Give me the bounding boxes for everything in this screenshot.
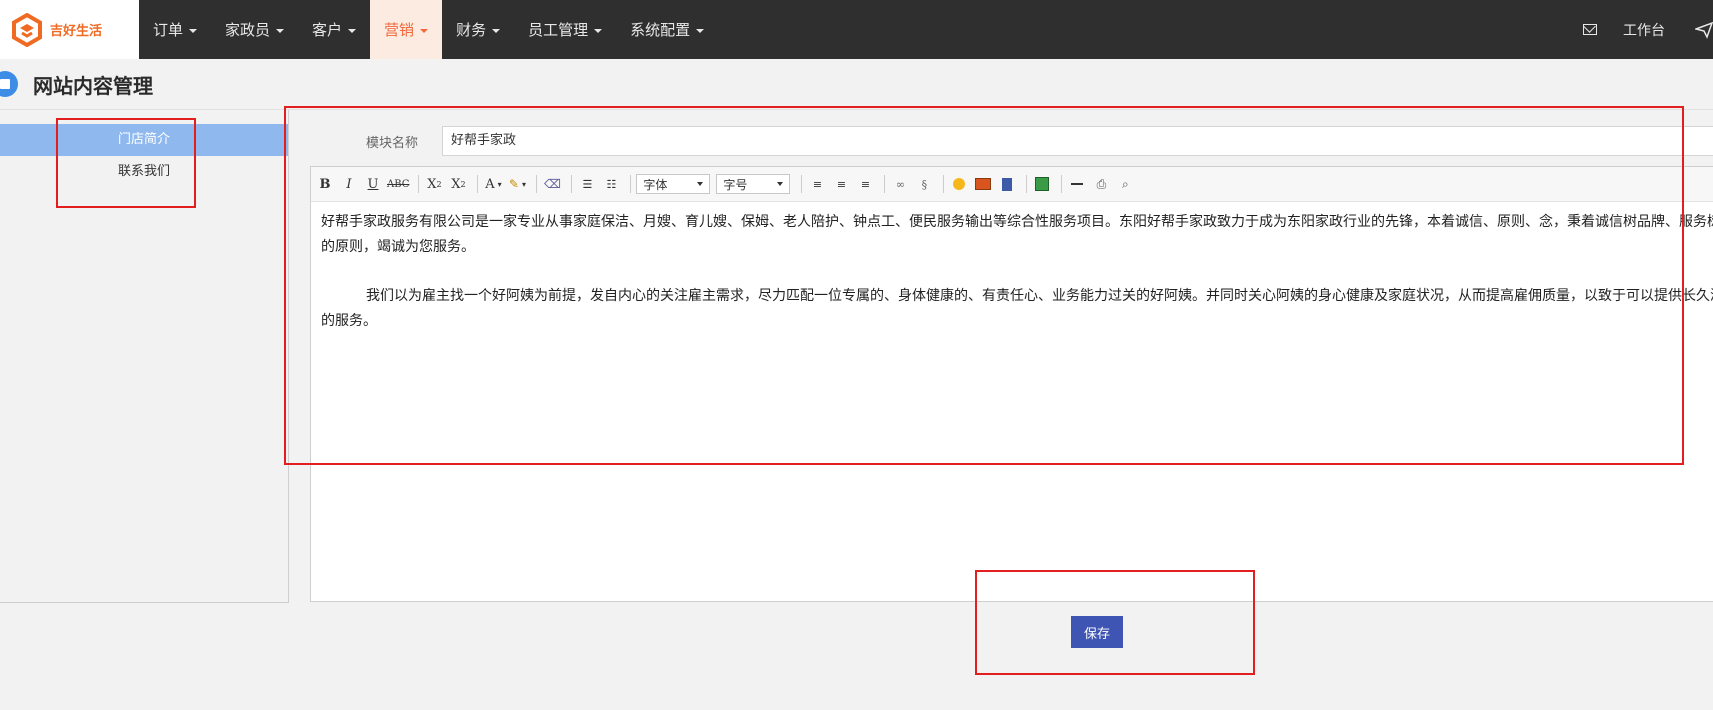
font-size-select[interactable]: 字号 — [716, 174, 791, 194]
logo-icon — [10, 12, 44, 47]
top-navbar: 吉好生活 订单 家政员 客户 营销 财务 员工管理 系统配置 工作台 — [0, 0, 1713, 59]
insert-image-icon[interactable] — [1032, 173, 1052, 195]
font-family-value: 字体 — [643, 177, 668, 192]
page-icon — [0, 71, 18, 97]
nav-settings-label: 系统配置 — [630, 21, 691, 39]
chevron-down-icon — [696, 28, 705, 33]
align-center-icon[interactable]: ≡ — [831, 173, 851, 195]
logo-text: 吉好生活 — [50, 24, 103, 39]
font-size-value: 字号 — [723, 177, 748, 192]
content-form: 模块名称 好帮手家政 B I U ABC X2 X2 A ▾ ✎ ▾ ⌫ ☰ ☷ 字… — [288, 110, 1713, 710]
editor-toolbar: B I U ABC X2 X2 A ▾ ✎ ▾ ⌫ ☰ ☷ 字体 字号 ≡ ≡ ≡ … — [311, 167, 1713, 202]
unordered-list-icon[interactable]: ☷ — [601, 173, 621, 195]
italic-button[interactable]: I — [339, 173, 359, 195]
emoji-icon[interactable] — [949, 173, 969, 195]
ordered-list-icon[interactable]: ☰ — [577, 173, 597, 195]
nav-orders[interactable]: 订单 — [139, 0, 211, 59]
eraser-icon[interactable]: ⌫ — [542, 173, 562, 195]
toolbar-divider — [536, 175, 538, 193]
logo[interactable]: 吉好生活 — [0, 0, 139, 59]
nav-marketing[interactable]: 营销 — [370, 0, 443, 59]
toolbar-divider — [884, 175, 886, 193]
rich-text-editor: B I U ABC X2 X2 A ▾ ✎ ▾ ⌫ ☰ ☷ 字体 字号 ≡ ≡ ≡ … — [310, 166, 1713, 602]
chevron-down-icon — [189, 28, 198, 33]
content-paragraph-1: 好帮手家政服务有限公司是一家专业从事家庭保洁、月嫂、育儿嫂、保姆、老人陪护、钟点… — [321, 214, 1713, 255]
save-button[interactable]: 保存 — [1071, 616, 1123, 648]
content-paragraph-2: 我们以为雇主找一个好阿姨为前提，发自内心的关注雇主需求，尽力匹配一位专属的、身体… — [321, 288, 1713, 329]
nav-housekeepers[interactable]: 家政员 — [211, 0, 298, 59]
workbench-link[interactable]: 工作台 — [1623, 20, 1665, 40]
chevron-down-icon — [697, 182, 704, 186]
toolbar-divider — [801, 175, 803, 193]
nav-marketing-label: 营销 — [384, 21, 415, 39]
highlight-button[interactable]: ✎ ▾ — [507, 173, 527, 195]
toolbar-divider — [571, 175, 573, 193]
unlink-icon[interactable]: § — [914, 173, 934, 195]
chevron-down-icon — [492, 28, 501, 33]
image-icon[interactable] — [973, 173, 993, 195]
nav-finance[interactable]: 财务 — [442, 0, 514, 59]
toolbar-divider — [943, 175, 945, 193]
sidebar-item-contact-us[interactable]: 联系我们 — [0, 156, 288, 188]
print-icon[interactable]: ⎙ — [1091, 173, 1111, 195]
bold-button[interactable]: B — [315, 173, 335, 195]
send-icon[interactable] — [1693, 21, 1713, 39]
nav-staff[interactable]: 员工管理 — [514, 0, 616, 59]
content-sidebar: 门店简介 联系我们 — [0, 110, 289, 603]
align-right-icon[interactable]: ≡ — [855, 173, 875, 195]
strikethrough-button[interactable]: ABC — [387, 173, 409, 195]
link-icon[interactable]: ∞ — [890, 173, 910, 195]
page-title: 网站内容管理 — [33, 74, 153, 98]
toolbar-divider — [418, 175, 420, 193]
chevron-down-icon — [420, 28, 429, 33]
page-header: 网站内容管理 — [0, 59, 1713, 110]
superscript-button[interactable]: X2 — [424, 173, 444, 195]
underline-button[interactable]: U — [363, 173, 383, 195]
sidebar-item-store-intro[interactable]: 门店简介 — [0, 124, 288, 156]
toolbar-divider — [630, 175, 632, 193]
nav-housekeepers-label: 家政员 — [225, 21, 271, 39]
toolbar-divider — [1061, 175, 1063, 193]
main-nav: 订单 家政员 客户 营销 财务 员工管理 系统配置 — [139, 0, 718, 59]
font-color-button[interactable]: A ▾ — [483, 173, 503, 195]
horizontal-rule-icon[interactable] — [1067, 173, 1087, 195]
topbar-right: 工作台 — [1583, 0, 1713, 59]
nav-finance-label: 财务 — [456, 21, 487, 39]
module-name-label: 模块名称 — [366, 136, 419, 151]
toolbar-divider — [477, 175, 479, 193]
nav-customers[interactable]: 客户 — [298, 0, 370, 59]
mail-icon[interactable] — [1583, 24, 1597, 35]
module-name-input[interactable]: 好帮手家政 — [442, 126, 1713, 156]
font-family-select[interactable]: 字体 — [636, 174, 711, 194]
chevron-down-icon — [777, 182, 784, 186]
chevron-down-icon — [276, 28, 285, 33]
align-left-icon[interactable]: ≡ — [807, 173, 827, 195]
toolbar-divider — [1026, 175, 1028, 193]
chevron-down-icon — [348, 28, 357, 33]
nav-settings[interactable]: 系统配置 — [616, 0, 718, 59]
subscript-button[interactable]: X2 — [448, 173, 468, 195]
nav-staff-label: 员工管理 — [528, 21, 589, 39]
nav-orders-label: 订单 — [153, 21, 184, 39]
editor-content[interactable]: 好帮手家政服务有限公司是一家专业从事家庭保洁、月嫂、育儿嫂、保姆、老人陪护、钟点… — [311, 202, 1713, 366]
preview-icon[interactable]: ⌕ — [1115, 173, 1135, 195]
chevron-down-icon — [594, 28, 603, 33]
nav-customers-label: 客户 — [312, 21, 343, 39]
video-icon[interactable] — [997, 173, 1017, 195]
